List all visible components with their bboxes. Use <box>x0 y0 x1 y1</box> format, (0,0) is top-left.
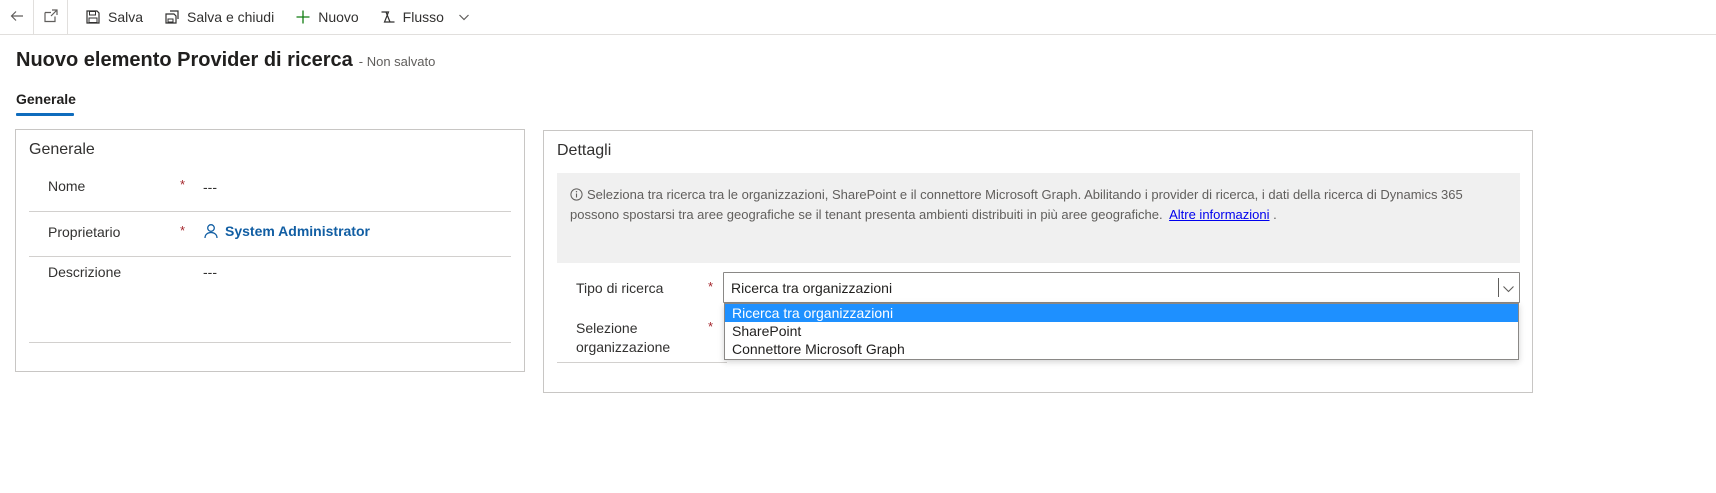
back-button[interactable] <box>0 0 34 34</box>
active-tab-indicator <box>16 113 74 116</box>
dropdown-option[interactable]: SharePoint <box>725 322 1518 340</box>
tab-general[interactable]: Generale <box>16 91 76 107</box>
save-and-close-button[interactable]: Salva e chiudi <box>153 0 284 34</box>
plus-icon <box>294 8 312 26</box>
owner-value: System Administrator <box>225 223 370 239</box>
name-label: Nome <box>48 178 86 194</box>
owner-lookup[interactable]: System Administrator <box>203 223 370 239</box>
open-new-window-button[interactable] <box>34 0 68 34</box>
description-input[interactable]: --- <box>203 264 217 280</box>
dropdown-option[interactable]: Connettore Microsoft Graph <box>725 340 1518 358</box>
title-row: Nuovo elemento Provider di ricerca - Non… <box>16 49 435 72</box>
description-label: Descrizione <box>48 264 122 280</box>
save-label: Salva <box>108 9 144 25</box>
dropdown-option[interactable]: Ricerca tra organizzazioni <box>725 304 1518 322</box>
details-section-title: Dettagli <box>557 142 612 159</box>
person-icon <box>203 223 219 239</box>
flow-button[interactable]: Flusso <box>369 0 480 34</box>
general-section-title: Generale <box>29 141 95 158</box>
chevron-down-icon[interactable] <box>458 11 470 23</box>
search-type-selected-value: Ricerca tra organizzazioni <box>731 280 893 296</box>
search-type-label: Tipo di ricerca <box>576 280 664 296</box>
save-and-close-label: Salva e chiudi <box>187 9 275 25</box>
new-button[interactable]: Nuovo <box>284 0 368 34</box>
search-type-dropdown-list: Ricerca tra organizzazioni SharePoint Co… <box>724 303 1519 360</box>
general-section: Generale Nome * --- Proprietario * Syste… <box>15 129 525 372</box>
org-selection-field-row: Selezione organizzazione * <box>557 313 727 363</box>
save-icon <box>84 8 102 26</box>
org-selection-required-marker: * <box>708 319 714 334</box>
info-message-box: Seleziona tra ricerca tra le organizzazi… <box>557 173 1520 263</box>
org-selection-label: Selezione organizzazione <box>576 319 670 357</box>
owner-required-marker: * <box>180 223 186 238</box>
org-selection-label-line1: Selezione <box>576 320 638 336</box>
info-icon <box>570 188 583 206</box>
page-title: Nuovo elemento Provider di ricerca <box>16 49 353 71</box>
description-field-row: Descrizione --- <box>29 257 511 343</box>
flow-label: Flusso <box>402 9 444 25</box>
save-and-close-icon <box>163 8 181 26</box>
info-tail: . <box>1273 207 1277 222</box>
flow-icon <box>379 8 397 26</box>
back-arrow-icon <box>9 8 25 27</box>
name-input[interactable]: --- <box>203 179 217 195</box>
owner-field-row: Proprietario * System Administrator <box>29 212 511 257</box>
command-bar: Salva Salva e chiudi Nuovo Flusso <box>0 0 1716 35</box>
save-status: - Non salvato <box>358 54 436 69</box>
details-section: Dettagli Seleziona tra ricerca tra le or… <box>543 130 1533 393</box>
new-label: Nuovo <box>318 9 359 25</box>
info-text: Seleziona tra ricerca tra le organizzazi… <box>570 187 1463 222</box>
open-in-new-window-icon <box>43 8 59 27</box>
chevron-down-icon[interactable] <box>1502 282 1515 298</box>
org-selection-label-line2: organizzazione <box>576 339 671 355</box>
name-field-row: Nome * --- <box>29 166 511 212</box>
more-info-link[interactable]: Altre informazioni <box>1169 207 1269 222</box>
owner-label: Proprietario <box>48 224 121 240</box>
save-button[interactable]: Salva <box>74 0 153 34</box>
search-type-required-marker: * <box>708 279 714 294</box>
search-type-select[interactable]: Ricerca tra organizzazioni <box>723 272 1520 303</box>
name-required-marker: * <box>180 177 186 192</box>
select-separator <box>1498 278 1499 297</box>
